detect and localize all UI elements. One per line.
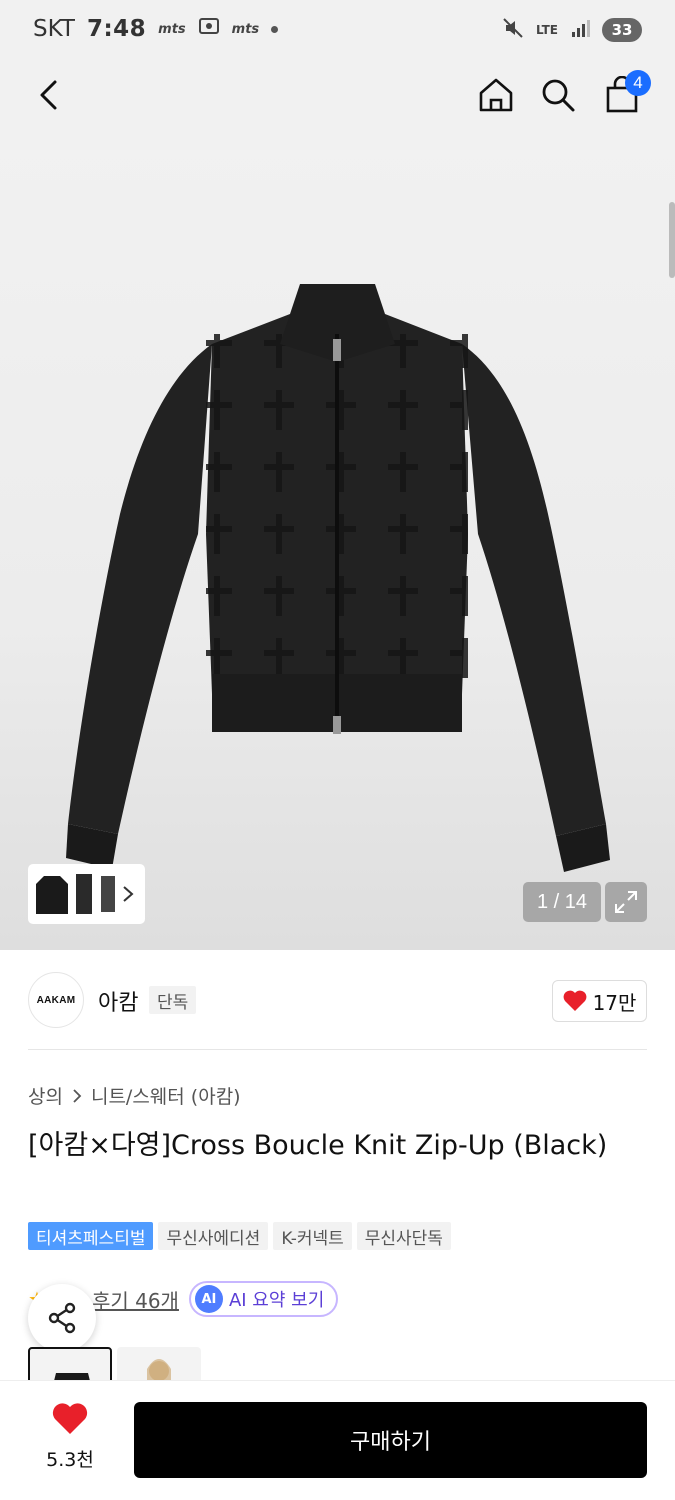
heart-icon	[52, 1403, 88, 1434]
search-icon	[542, 79, 575, 112]
wish-count: 5.3천	[46, 1449, 94, 1471]
divider	[28, 1049, 647, 1050]
mute-icon	[502, 17, 524, 43]
tag-item[interactable]: 무신사에디션	[158, 1222, 269, 1250]
status-right: LTE 33	[502, 17, 642, 43]
screenshot-icon	[198, 16, 220, 42]
scrollbar[interactable]	[669, 202, 675, 278]
clock: 7:48	[86, 16, 147, 42]
expand-button[interactable]	[605, 882, 647, 922]
status-bar: SKT 7:48 mts mts LTE 33	[0, 0, 675, 62]
chevron-right-icon	[73, 1088, 82, 1103]
cart-count-badge: 4	[625, 70, 651, 96]
cart-button[interactable]: 4	[599, 70, 651, 118]
ai-summary-button[interactable]: AI AI 요약 보기	[188, 1281, 339, 1317]
product-image-gallery[interactable]: 1 / 14	[0, 134, 675, 950]
ai-icon: AI	[194, 1285, 223, 1313]
breadcrumb-subcategory[interactable]: 니트/스웨터 (아캄)	[91, 1082, 241, 1109]
wish-button[interactable]: 5.3천	[38, 1403, 102, 1472]
top-nav: 4	[0, 62, 675, 134]
ai-summary-label: AI 요약 보기	[228, 1290, 325, 1311]
status-left: SKT 7:48 mts mts	[33, 16, 279, 42]
home-button[interactable]	[473, 72, 519, 118]
product-title: [아캄×다영]Cross Boucle Knit Zip-Up (Black)	[28, 1130, 608, 1161]
brand-like-count: 17만	[592, 990, 637, 1015]
chevron-right-icon	[123, 886, 134, 902]
tag-item[interactable]: 무신사단독	[356, 1222, 451, 1250]
signal-icon	[570, 18, 590, 42]
mts-icon: mts	[158, 21, 186, 37]
home-icon	[479, 78, 513, 112]
expand-icon	[615, 891, 637, 913]
heart-icon	[563, 990, 586, 1011]
tag-item[interactable]: 티셔츠페스티벌	[28, 1222, 154, 1250]
brand-like-button[interactable]: 17만	[552, 980, 647, 1022]
battery-indicator: 33	[602, 18, 642, 42]
share-button[interactable]	[28, 1284, 96, 1352]
breadcrumb-category[interactable]: 상의	[28, 1082, 63, 1109]
breadcrumb: 상의 니트/스웨터 (아캄)	[28, 1082, 241, 1109]
image-counter: 1 / 14	[523, 882, 601, 922]
thumbnail-image	[76, 874, 92, 914]
tag-item[interactable]: K-커넥트	[273, 1222, 352, 1250]
gallery-thumbnail-strip[interactable]	[28, 864, 145, 924]
tag-list: 티셔츠페스티벌 무신사에디션 K-커넥트 무신사단독	[28, 1222, 451, 1250]
brand-logo[interactable]: AAKAM	[28, 972, 84, 1028]
exclusive-badge: 단독	[149, 986, 197, 1014]
buy-button[interactable]: 구매하기	[134, 1402, 647, 1478]
thumbnail-image	[101, 876, 115, 912]
thumbnail-image	[36, 876, 68, 914]
mts-icon: mts	[231, 21, 260, 37]
network-type: LTE	[535, 22, 558, 37]
carrier-label: SKT	[33, 16, 75, 42]
review-count-link[interactable]: 후기 46개	[92, 1285, 179, 1314]
back-button[interactable]	[26, 72, 72, 118]
notification-dot-icon	[271, 25, 279, 33]
brand-name[interactable]: 아캄	[98, 985, 138, 1017]
share-icon	[48, 1302, 76, 1334]
search-button[interactable]	[535, 72, 581, 118]
product-image	[66, 284, 610, 872]
